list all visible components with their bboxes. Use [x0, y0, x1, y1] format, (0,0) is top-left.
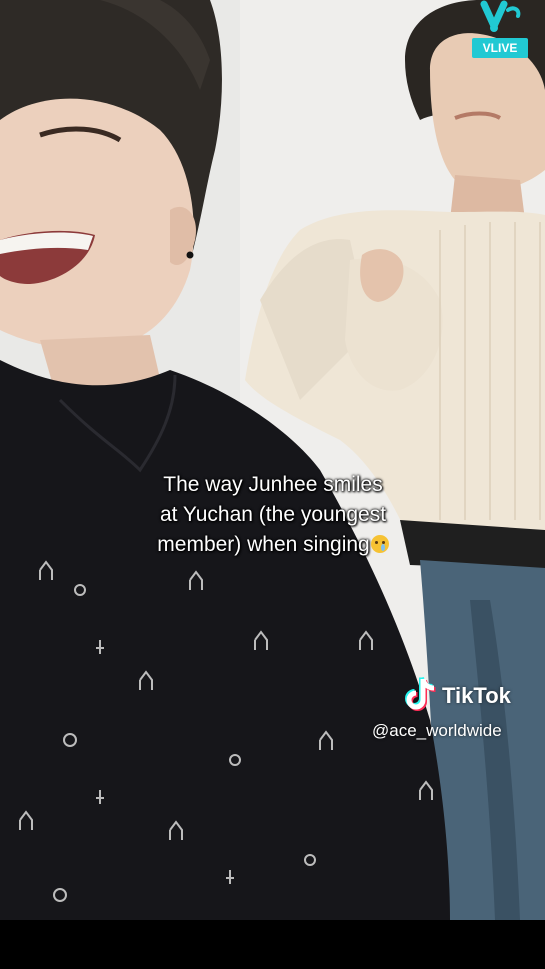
- vlive-label: VLIVE: [472, 38, 528, 58]
- video-scene-image: [0, 0, 545, 920]
- caption-line-3: member) when singing: [157, 533, 370, 556]
- tiktok-watermark: TikTok: [404, 676, 534, 714]
- video-frame: VLIVE The way Junhee smiles at Yuchan (t…: [0, 0, 545, 969]
- video-caption: The way Junhee smiles at Yuchan (the you…: [118, 470, 428, 560]
- tiktok-brand-label: TikTok: [442, 683, 511, 708]
- crying-face-emoji-icon: [370, 535, 389, 553]
- creator-handle[interactable]: @ace_worldwide: [372, 721, 502, 741]
- vlive-logo: VLIVE: [470, 0, 530, 62]
- bottom-letterbox-bar: [0, 920, 545, 969]
- video-still[interactable]: VLIVE The way Junhee smiles at Yuchan (t…: [0, 0, 545, 920]
- tiktok-note-icon: [405, 676, 436, 711]
- caption-line-3-wrap: member) when singing: [118, 530, 428, 560]
- caption-line-1: The way Junhee smiles: [163, 473, 383, 496]
- vlive-logo-icon: [480, 0, 521, 32]
- caption-line-2: at Yuchan (the youngest: [159, 503, 387, 526]
